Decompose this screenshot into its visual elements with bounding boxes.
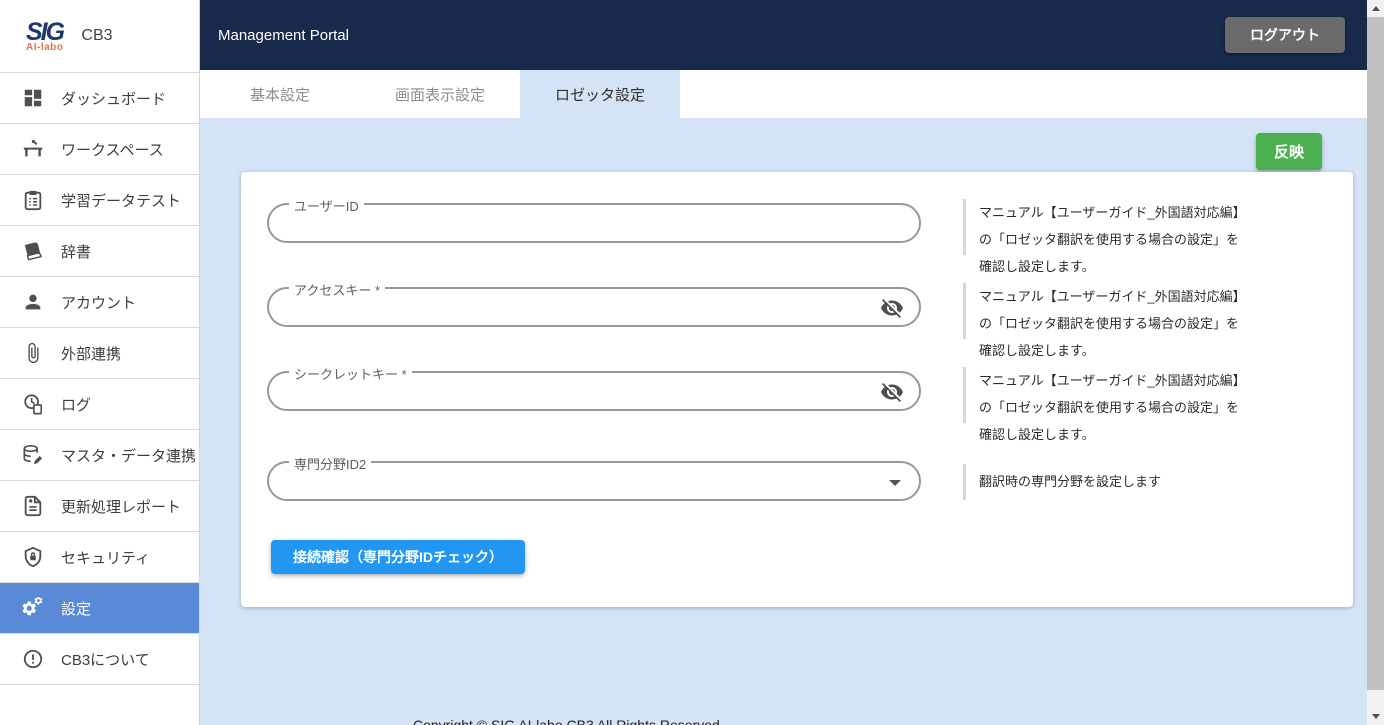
logout-button[interactable]: ログアウト: [1225, 17, 1345, 53]
settings-tab-bar: 基本設定 画面表示設定 ロゼッタ設定: [200, 70, 1367, 118]
sidebar: SIG AI-labo CB3 ダッシュボード ワークスペース 学習データテスト…: [0, 0, 200, 725]
access-key-help: マニュアル【ユーザーガイド_外国語対応編】の「ロゼッタ翻訳を使用する場合の設定」…: [963, 283, 1263, 339]
specialty-id-field-group: 専門分野ID2: [267, 461, 921, 501]
scroll-up-icon: [1372, 6, 1380, 11]
gear-icon: [22, 597, 44, 619]
report-icon: [22, 495, 44, 517]
access-key-field-group: アクセスキー *: [267, 287, 921, 327]
access-key-field: アクセスキー *: [267, 287, 921, 327]
sidebar-item-label: ダッシュボード: [61, 88, 166, 109]
shield-icon: [22, 546, 44, 568]
sidebar-item-update-report[interactable]: 更新処理レポート: [0, 481, 199, 532]
sidebar-item-master-data-integration[interactable]: マスタ・データ連携: [0, 430, 199, 481]
sidebar-item-label: 辞書: [61, 241, 91, 262]
sidebar-item-log[interactable]: ログ: [0, 379, 199, 430]
secret-key-help: マニュアル【ユーザーガイド_外国語対応編】の「ロゼッタ翻訳を使用する場合の設定」…: [963, 367, 1263, 423]
sidebar-item-dictionary[interactable]: 辞書: [0, 226, 199, 277]
footer-copyright: Copyright © SIG AI-labo CB3 All Rights R…: [413, 717, 724, 725]
logo-subtext: AI-labo: [26, 43, 63, 53]
clipboard-icon: [22, 189, 44, 211]
sidebar-item-label: 学習データテスト: [61, 190, 181, 211]
account-icon: [22, 291, 44, 313]
user-id-help: マニュアル【ユーザーガイド_外国語対応編】の「ロゼッタ翻訳を使用する場合の設定」…: [963, 199, 1263, 255]
app-name: CB3: [81, 27, 112, 45]
info-icon: [22, 648, 44, 670]
sidebar-item-label: ワークスペース: [61, 139, 164, 160]
main-content: 反映 ユーザーID マニュアル【ユーザーガイド_外国語対応編】の「ロゼッタ翻訳を…: [200, 118, 1367, 725]
paperclip-icon: [22, 342, 44, 364]
sidebar-item-learning-data-test[interactable]: 学習データテスト: [0, 175, 199, 226]
specialty-id-select[interactable]: 専門分野ID2: [267, 461, 921, 501]
logo-text: SIG: [26, 20, 63, 45]
sig-ailabo-logo: SIG AI-labo: [26, 20, 63, 53]
specialty-id-label: 専門分野ID2: [289, 454, 371, 473]
tab-rosetta-settings[interactable]: ロゼッタ設定: [520, 70, 680, 118]
sidebar-item-label: セキュリティ: [61, 547, 150, 568]
sidebar-item-about-cb3[interactable]: CB3について: [0, 634, 199, 685]
sidebar-item-security[interactable]: セキュリティ: [0, 532, 199, 583]
sidebar-item-label: マスタ・データ連携: [61, 445, 196, 466]
scrollbar-up-button[interactable]: [1367, 0, 1384, 17]
sidebar-item-workspace[interactable]: ワークスペース: [0, 124, 199, 175]
eye-off-icon: [880, 392, 904, 407]
secret-key-label: シークレットキー *: [289, 364, 412, 383]
sidebar-item-label: 設定: [61, 598, 91, 619]
secret-key-field: シークレットキー *: [267, 371, 921, 411]
user-id-label: ユーザーID: [289, 196, 364, 215]
book-icon: [22, 240, 44, 262]
page-title: Management Portal: [218, 27, 349, 44]
apply-button[interactable]: 反映: [1256, 133, 1322, 170]
database-icon: [22, 444, 44, 466]
sidebar-item-external-integration[interactable]: 外部連携: [0, 328, 199, 379]
eye-off-icon: [880, 308, 904, 323]
scrollbar-thumb[interactable]: [1367, 17, 1384, 690]
specialty-id-help: 翻訳時の専門分野を設定します: [963, 464, 1263, 500]
sidebar-item-label: アカウント: [61, 292, 136, 313]
sidebar-item-label: ログ: [61, 394, 91, 415]
logo-row: SIG AI-labo CB3: [0, 0, 199, 73]
vertical-scrollbar[interactable]: [1367, 0, 1384, 725]
rosetta-settings-card: ユーザーID マニュアル【ユーザーガイド_外国語対応編】の「ロゼッタ翻訳を使用す…: [241, 172, 1353, 607]
chevron-down-icon: [889, 480, 901, 486]
sidebar-item-account[interactable]: アカウント: [0, 277, 199, 328]
sidebar-item-label: 外部連携: [61, 343, 121, 364]
access-key-visibility-toggle[interactable]: [879, 296, 905, 322]
scrollbar-down-button[interactable]: [1367, 708, 1384, 725]
top-header-bar: Management Portal ログアウト: [200, 0, 1367, 70]
tab-display-settings[interactable]: 画面表示設定: [360, 70, 520, 118]
log-history-icon: [22, 393, 44, 415]
user-id-field-group: ユーザーID: [267, 203, 921, 243]
sidebar-item-label: CB3について: [61, 649, 150, 670]
user-id-input[interactable]: [291, 208, 851, 238]
dashboard-icon: [22, 87, 44, 109]
tab-basic-settings[interactable]: 基本設定: [200, 70, 360, 118]
workspace-icon: [22, 138, 44, 160]
scroll-down-icon: [1372, 714, 1380, 719]
sidebar-item-settings[interactable]: 設定: [0, 583, 199, 634]
connection-check-button[interactable]: 接続確認（専門分野IDチェック）: [271, 540, 525, 574]
access-key-label: アクセスキー *: [289, 280, 385, 299]
sidebar-item-label: 更新処理レポート: [61, 496, 181, 517]
user-id-field: ユーザーID: [267, 203, 921, 243]
secret-key-field-group: シークレットキー *: [267, 371, 921, 411]
secret-key-visibility-toggle[interactable]: [879, 380, 905, 406]
sidebar-item-dashboard[interactable]: ダッシュボード: [0, 73, 199, 124]
